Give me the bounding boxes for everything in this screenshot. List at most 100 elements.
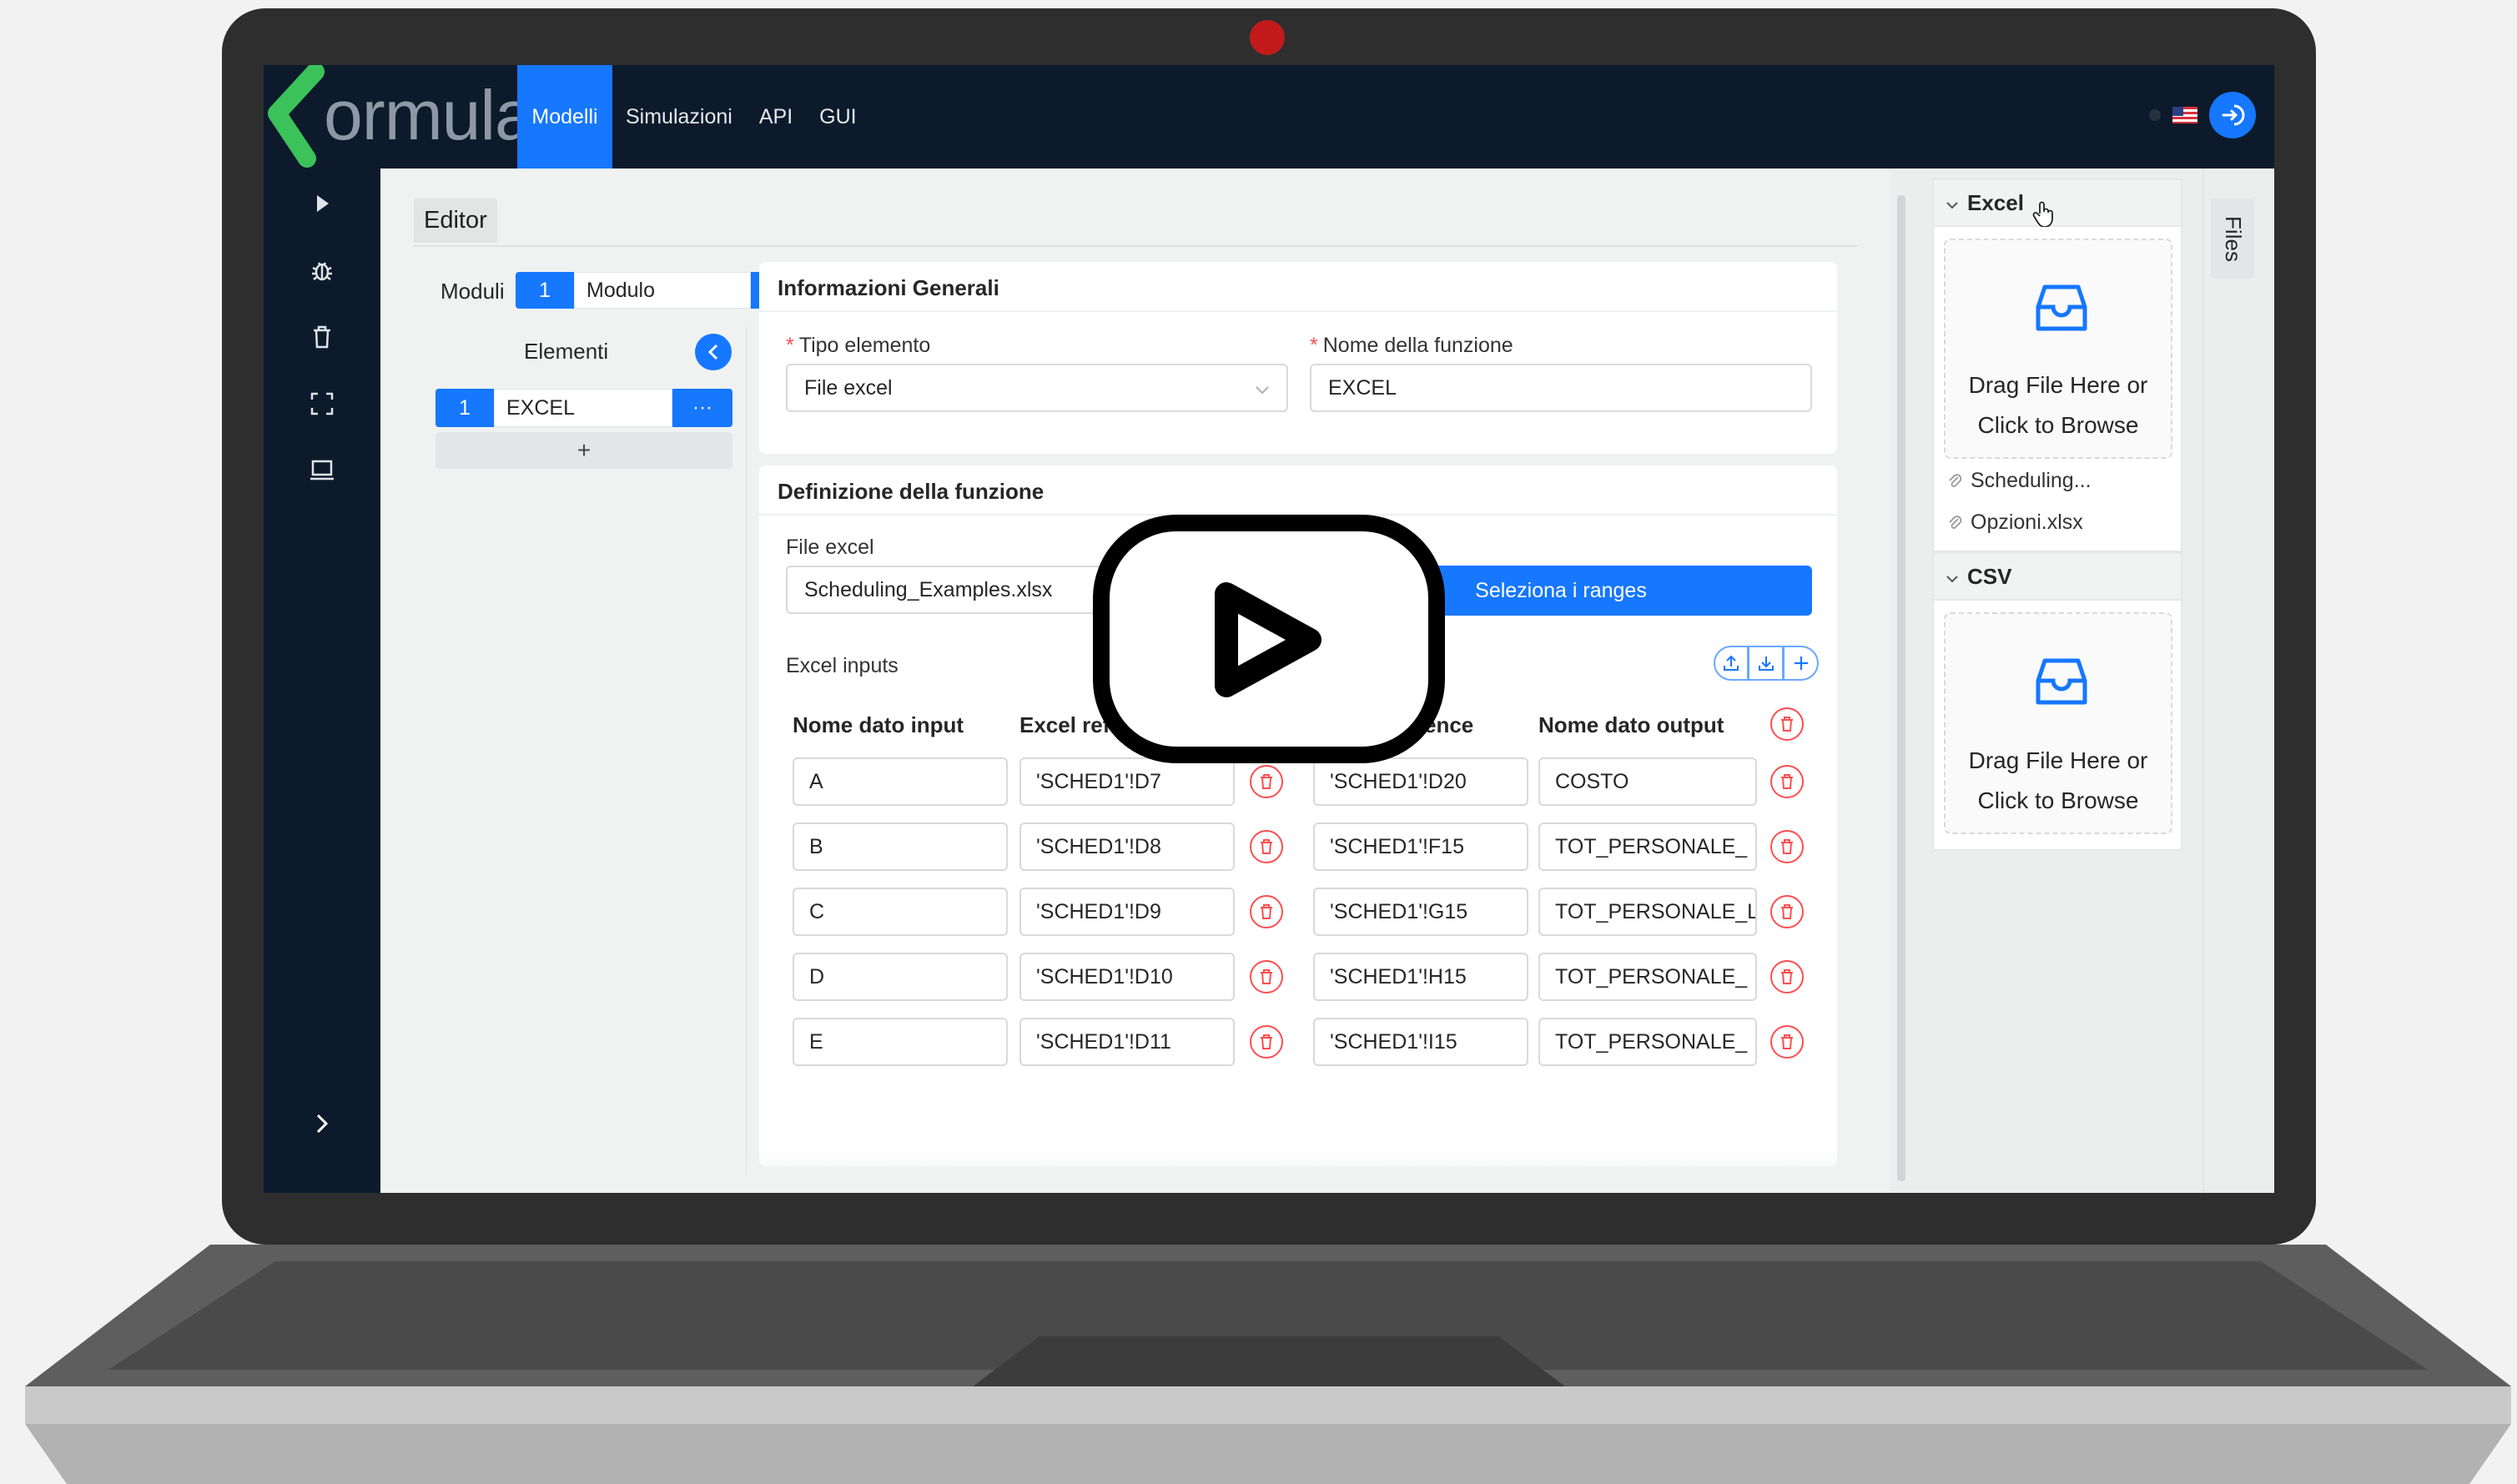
logo-chevron-icon bbox=[268, 65, 325, 168]
excel-dropzone[interactable]: Drag File Here or Click to Browse bbox=[1944, 239, 2172, 459]
input-ref-cell[interactable]: 'SCHED1'!D8 bbox=[1019, 822, 1235, 871]
trash-icon bbox=[1261, 1034, 1272, 1049]
outputs-download-button[interactable] bbox=[1749, 646, 1784, 681]
delete-outputs-button[interactable] bbox=[1770, 707, 1804, 741]
required-mark: * bbox=[1310, 334, 1318, 357]
input-ref-cell[interactable]: 'SCHED1'!D9 bbox=[1019, 888, 1235, 936]
output-name-cell[interactable]: COSTO bbox=[1538, 757, 1757, 806]
moduli-label: Moduli bbox=[440, 279, 505, 304]
editor-scrollbar[interactable] bbox=[1897, 195, 1905, 1181]
chevron-right-icon bbox=[316, 1114, 329, 1134]
fullscreen-button[interactable] bbox=[305, 387, 339, 420]
elementi-label: Elementi bbox=[524, 339, 609, 364]
paperclip-icon bbox=[1949, 515, 1962, 529]
output-ref-cell[interactable]: 'SCHED1'!F15 bbox=[1313, 822, 1528, 871]
settings-dot-icon[interactable] bbox=[2149, 109, 2161, 121]
delete-input-row-button[interactable] bbox=[1250, 1025, 1283, 1059]
hand-cursor-icon bbox=[2032, 201, 2053, 228]
csv-accordion-header[interactable]: CSV bbox=[1932, 552, 2182, 601]
app-logo[interactable]: ormulas bbox=[264, 65, 568, 169]
module-name[interactable]: Modulo bbox=[574, 272, 751, 309]
delete-output-row-button[interactable] bbox=[1770, 960, 1804, 994]
input-ref-cell[interactable]: 'SCHED1'!D7 bbox=[1019, 757, 1235, 806]
element-name[interactable]: EXCEL bbox=[494, 389, 672, 427]
input-name-cell[interactable]: B bbox=[793, 822, 1008, 871]
nome-funzione-text: Nome della funzione bbox=[1322, 334, 1513, 357]
input-name-cell[interactable]: D bbox=[793, 953, 1008, 1001]
excel-drop-text-1: Drag File Here or bbox=[1968, 372, 2148, 398]
trash-icon bbox=[1261, 774, 1272, 789]
nav-item-api[interactable]: API bbox=[746, 65, 806, 169]
debug-button[interactable] bbox=[305, 254, 339, 287]
delete-output-row-button[interactable] bbox=[1770, 895, 1804, 928]
output-name-cell[interactable]: TOT_PERSONALE_ bbox=[1538, 953, 1757, 1001]
output-ref-cell[interactable]: 'SCHED1'!D20 bbox=[1313, 757, 1528, 806]
editor-tab[interactable]: Editor bbox=[414, 199, 497, 243]
input-name-cell[interactable]: C bbox=[793, 888, 1008, 936]
nome-funzione-label: * Nome della funzione bbox=[1310, 334, 1513, 358]
inbox-icon bbox=[2036, 658, 2087, 705]
files-tab-label: Files bbox=[2220, 215, 2246, 262]
main-nav: Modelli Simulazioni API GUI bbox=[517, 65, 870, 169]
output-name-cell[interactable]: TOT_PERSONALE_ bbox=[1538, 822, 1757, 871]
expand-sidebar-button[interactable] bbox=[305, 1107, 339, 1140]
trash-icon bbox=[1261, 969, 1272, 984]
run-button[interactable] bbox=[305, 187, 339, 220]
plus-icon bbox=[1794, 656, 1808, 670]
file-item[interactable]: Scheduling... bbox=[1947, 469, 2092, 493]
element-number[interactable]: 1 bbox=[435, 389, 494, 427]
outputs-add-button[interactable] bbox=[1784, 646, 1819, 681]
files-tab[interactable]: Files bbox=[2211, 199, 2254, 279]
trash-icon bbox=[1781, 969, 1793, 984]
excel-accordion-header[interactable]: Excel bbox=[1932, 179, 2182, 228]
delete-input-row-button[interactable] bbox=[1250, 960, 1283, 994]
delete-button[interactable] bbox=[305, 320, 339, 354]
us-flag-icon[interactable] bbox=[2172, 107, 2197, 123]
logout-button[interactable] bbox=[2209, 92, 2256, 138]
nav-item-gui[interactable]: GUI bbox=[806, 65, 869, 169]
trash-icon bbox=[1781, 774, 1793, 789]
excel-inputs-label: Excel inputs bbox=[786, 654, 899, 677]
video-play-button[interactable] bbox=[1093, 515, 1445, 763]
laptop-base bbox=[25, 1245, 2511, 1484]
trash-icon bbox=[314, 325, 330, 349]
preview-button[interactable] bbox=[305, 454, 339, 487]
delete-output-row-button[interactable] bbox=[1770, 830, 1804, 863]
file-item[interactable]: Opzioni.xlsx bbox=[1947, 511, 2083, 535]
csv-dropzone[interactable]: Drag File Here or Click to Browse bbox=[1944, 612, 2172, 834]
delete-input-row-button[interactable] bbox=[1250, 830, 1283, 863]
module-number[interactable]: 1 bbox=[516, 272, 574, 309]
delete-input-row-button[interactable] bbox=[1250, 765, 1283, 798]
csv-drop-text-1: Drag File Here or bbox=[1968, 747, 2148, 773]
output-name-cell[interactable]: TOT_PERSONALE_L bbox=[1538, 888, 1757, 936]
nav-item-modelli[interactable]: Modelli bbox=[517, 65, 612, 169]
element-more-button[interactable]: ··· bbox=[672, 389, 732, 427]
file-excel-label: File excel bbox=[786, 536, 874, 559]
delete-input-row-button[interactable] bbox=[1250, 895, 1283, 928]
file-name: Scheduling... bbox=[1971, 469, 2092, 492]
nav-item-simulazioni[interactable]: Simulazioni bbox=[612, 65, 746, 169]
definition-title: Definizione della funzione bbox=[778, 479, 1045, 504]
top-right-controls bbox=[2149, 92, 2256, 138]
outputs-io-buttons bbox=[1714, 646, 1819, 681]
add-element-button[interactable]: + bbox=[435, 432, 732, 469]
input-ref-cell[interactable]: 'SCHED1'!D10 bbox=[1019, 953, 1235, 1001]
delete-output-row-button[interactable] bbox=[1770, 1025, 1804, 1059]
input-name-cell[interactable]: A bbox=[793, 757, 1008, 806]
input-name-cell[interactable]: E bbox=[793, 1018, 1008, 1066]
delete-output-row-button[interactable] bbox=[1770, 765, 1804, 798]
tipo-elemento-text: Tipo elemento bbox=[798, 334, 931, 357]
outputs-upload-button[interactable] bbox=[1714, 646, 1749, 681]
output-name-cell[interactable]: TOT_PERSONALE_ bbox=[1538, 1018, 1757, 1066]
input-ref-cell[interactable]: 'SCHED1'!D11 bbox=[1019, 1018, 1235, 1066]
chevron-down-icon bbox=[1946, 576, 1958, 583]
excel-accordion-body: Drag File Here or Click to Browse Schedu… bbox=[1932, 227, 2182, 552]
output-ref-cell[interactable]: 'SCHED1'!H15 bbox=[1313, 953, 1528, 1001]
tipo-elemento-select[interactable]: File excel bbox=[786, 364, 1288, 412]
tipo-elemento-value: File excel bbox=[804, 375, 893, 400]
nome-funzione-input[interactable]: EXCEL bbox=[1310, 364, 1812, 412]
output-ref-cell[interactable]: 'SCHED1'!G15 bbox=[1313, 888, 1528, 936]
trash-icon bbox=[1781, 839, 1793, 854]
collapse-elements-button[interactable] bbox=[695, 334, 732, 370]
output-ref-cell[interactable]: 'SCHED1'!I15 bbox=[1313, 1018, 1528, 1066]
